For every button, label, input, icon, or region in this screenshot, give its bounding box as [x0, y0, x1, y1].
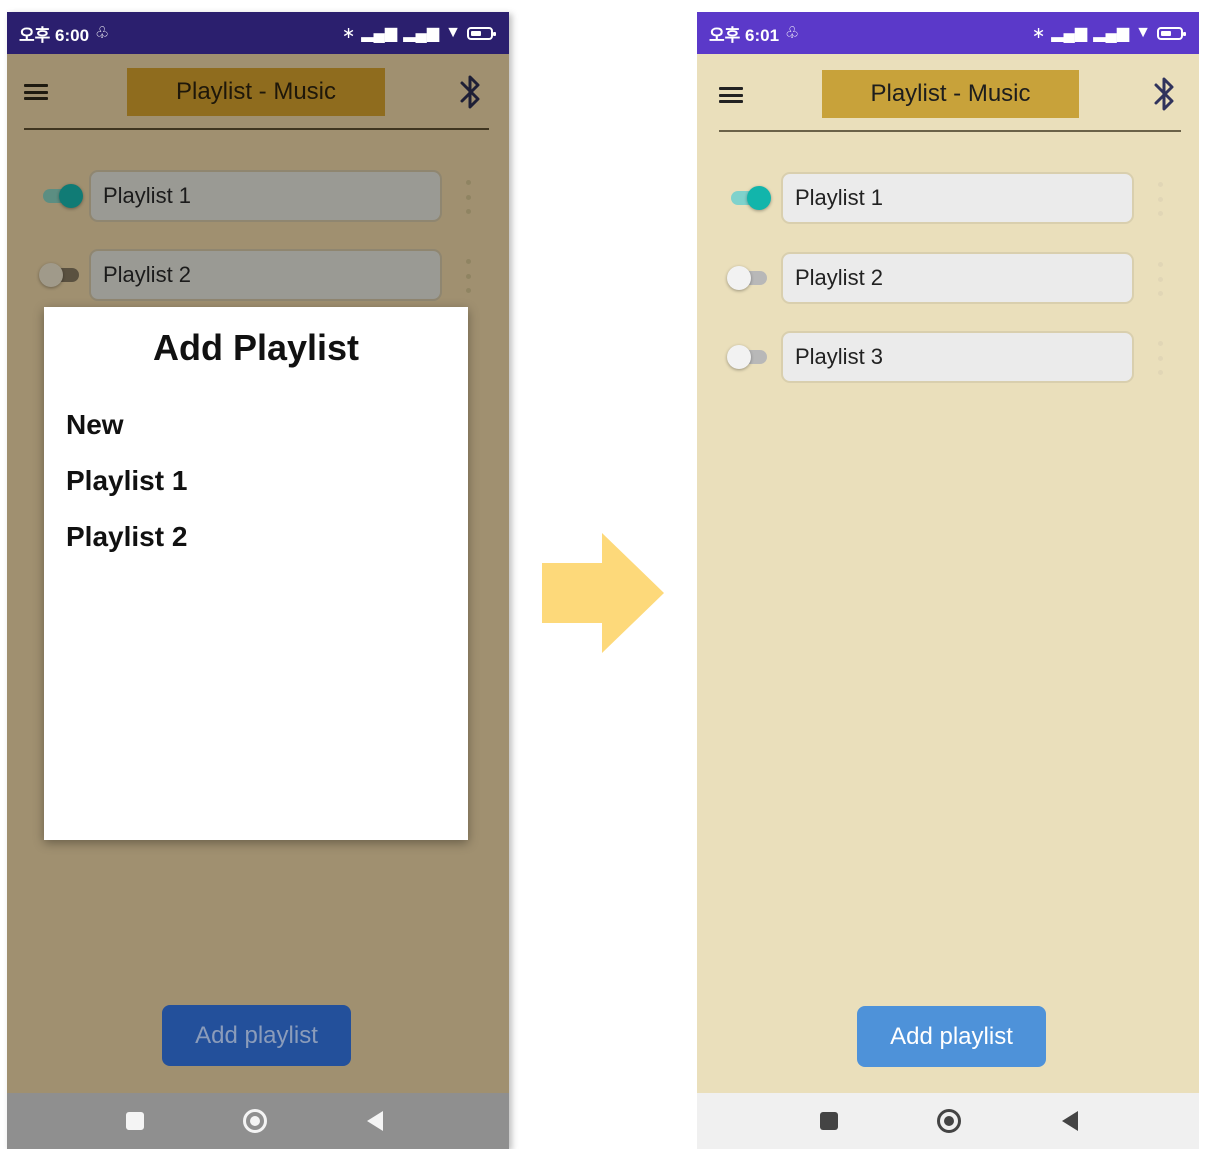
- playlist-row: Playlist 1: [725, 172, 1175, 224]
- bluetooth-icon[interactable]: [455, 72, 485, 112]
- playlist-toggle[interactable]: [39, 263, 85, 287]
- recents-button[interactable]: [817, 1109, 841, 1133]
- back-button[interactable]: [363, 1109, 387, 1133]
- battery-icon: [1157, 26, 1186, 40]
- playlist-toggle[interactable]: [729, 186, 773, 210]
- more-options-icon[interactable]: [1155, 341, 1165, 375]
- add-playlist-dialog: Add Playlist New Playlist 1 Playlist 2: [44, 307, 468, 840]
- header-divider: [24, 128, 489, 130]
- navigation-bar: [7, 1093, 509, 1149]
- phone-screen-after: 오후 6:01 ♧ ∗ ▂▄▆ ▂▄▆ ▼ Playlist - Music P…: [697, 12, 1199, 1149]
- bluetooth-icon: ∗: [341, 25, 356, 42]
- playlist-row: Playlist 3: [725, 331, 1175, 383]
- page-title: Playlist - Music: [127, 68, 385, 116]
- playlist-toggle[interactable]: [41, 184, 85, 208]
- more-options-icon[interactable]: [1155, 262, 1165, 296]
- home-button[interactable]: [937, 1109, 961, 1133]
- menu-icon[interactable]: [24, 82, 48, 102]
- header-divider: [719, 130, 1181, 132]
- recents-icon: [820, 1112, 838, 1130]
- signal-icon: ▂▄▆: [361, 25, 398, 42]
- home-icon: [937, 1109, 961, 1133]
- menu-icon[interactable]: [719, 85, 743, 105]
- page-title: Playlist - Music: [822, 70, 1079, 118]
- add-playlist-button[interactable]: Add playlist: [162, 1005, 351, 1066]
- playlist-toggle[interactable]: [727, 266, 773, 290]
- home-button[interactable]: [243, 1109, 267, 1133]
- playlist-name-field[interactable]: Playlist 1: [781, 172, 1134, 224]
- notification-off-icon: ♧: [785, 25, 800, 42]
- back-icon: [367, 1111, 383, 1131]
- signal-icon: ▂▄▆: [1093, 25, 1130, 42]
- playlist-name-field[interactable]: Playlist 2: [89, 249, 442, 301]
- playlist-toggle[interactable]: [727, 345, 773, 369]
- playlist-row: Playlist 2: [37, 249, 487, 301]
- notification-off-icon: ♧: [95, 25, 110, 42]
- dialog-option-new[interactable]: New: [66, 409, 446, 465]
- dialog-option-playlist-2[interactable]: Playlist 2: [66, 521, 446, 577]
- navigation-bar: [697, 1093, 1199, 1149]
- playlist-name-field[interactable]: Playlist 1: [89, 170, 442, 222]
- back-icon: [1062, 1111, 1078, 1131]
- playlist-name-field[interactable]: Playlist 3: [781, 331, 1134, 383]
- more-options-icon[interactable]: [463, 180, 473, 214]
- bluetooth-icon[interactable]: [1149, 74, 1179, 114]
- dialog-title: Add Playlist: [152, 327, 360, 368]
- playlist-row: Playlist 1: [37, 170, 487, 222]
- dialog-option-playlist-1[interactable]: Playlist 1: [66, 465, 446, 521]
- status-time: 오후 6:01: [709, 25, 780, 45]
- signal-icon: ▂▄▆: [1051, 25, 1088, 42]
- recents-icon: [126, 1112, 144, 1130]
- home-icon: [243, 1109, 267, 1133]
- playlist-name-field[interactable]: Playlist 2: [781, 252, 1134, 304]
- wifi-icon: ▼: [445, 24, 461, 41]
- playlist-row: Playlist 2: [725, 252, 1175, 304]
- dialog-option-list: New Playlist 1 Playlist 2: [66, 409, 446, 577]
- recents-button[interactable]: [123, 1109, 147, 1133]
- phone-screen-before: 오후 6:00 ♧ ∗ ▂▄▆ ▂▄▆ ▼ Playlist - Music P…: [7, 12, 509, 1149]
- wifi-icon: ▼: [1135, 24, 1151, 41]
- add-playlist-button[interactable]: Add playlist: [857, 1006, 1046, 1067]
- more-options-icon[interactable]: [1155, 182, 1165, 216]
- back-button[interactable]: [1058, 1109, 1082, 1133]
- status-bar: 오후 6:00 ♧ ∗ ▂▄▆ ▂▄▆ ▼: [7, 12, 509, 54]
- status-time: 오후 6:00: [19, 25, 90, 45]
- signal-icon: ▂▄▆: [403, 25, 440, 42]
- arrow-right-icon: [542, 533, 664, 653]
- status-bar: 오후 6:01 ♧ ∗ ▂▄▆ ▂▄▆ ▼: [697, 12, 1199, 54]
- bluetooth-icon: ∗: [1031, 25, 1046, 42]
- battery-icon: [467, 26, 496, 40]
- more-options-icon[interactable]: [463, 259, 473, 293]
